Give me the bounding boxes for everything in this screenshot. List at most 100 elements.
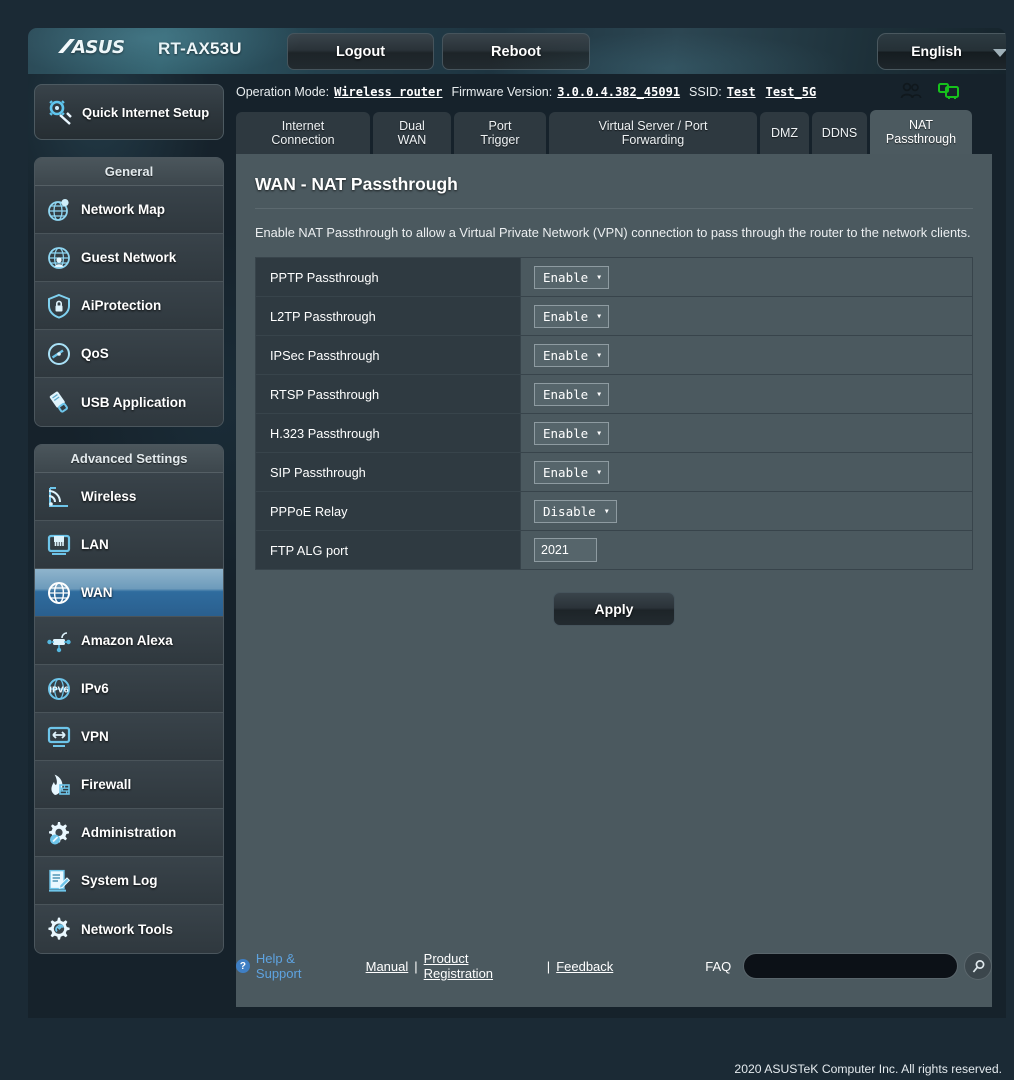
help-support-label[interactable]: Help & Support [256, 951, 344, 981]
sidebar-item-firewall[interactable]: Firewall [35, 761, 223, 809]
sidebar-quick-setup-label: Quick Internet Setup [82, 104, 210, 120]
operation-mode-value[interactable]: Wireless router [334, 85, 442, 99]
wifi-icon [48, 486, 68, 507]
quick-setup-icon [49, 100, 72, 125]
sidebar-item-aiprotection[interactable]: AiProtection [35, 282, 223, 330]
sidebar-group-general: General Network Map Guest Network AiProt… [34, 157, 224, 427]
l2tp-passthrough-select[interactable]: Enable ▾ [534, 304, 610, 328]
chevron-down-icon [993, 49, 1006, 57]
pppoe-relay-select[interactable]: Disable ▾ [534, 499, 617, 523]
ssid-value-5g[interactable]: Test_5G [766, 85, 817, 99]
chevron-down-icon: ▾ [596, 349, 603, 361]
chevron-down-icon: ▾ [596, 427, 603, 439]
sidebar-item-lan[interactable]: LAN [35, 521, 223, 569]
network-map-icon [48, 198, 69, 221]
setting-value-cell: Disable ▾ [520, 491, 973, 531]
tab-dual-wan[interactable]: Dual WAN [373, 112, 451, 154]
gauge-icon [48, 342, 70, 365]
footer-separator: | [414, 958, 418, 974]
setting-value-cell [520, 530, 973, 570]
svg-text:ASUS: ASUS [70, 37, 124, 58]
sidebar-item-label: VPN [81, 729, 109, 744]
footer-link-product-registration[interactable]: Product Registration [424, 951, 541, 981]
setting-label: SIP Passthrough [255, 452, 521, 492]
firmware-value[interactable]: 3.0.0.4.382_45091 [557, 85, 680, 99]
language-selector[interactable]: English [877, 33, 1006, 70]
ssid-label: SSID: [689, 85, 722, 99]
tab-label: NAT Passthrough [885, 118, 957, 146]
sidebar-item-label: Wireless [81, 489, 137, 504]
faq-search-button[interactable] [964, 952, 992, 980]
firewall-flame-icon [51, 774, 70, 795]
sidebar-item-usb-application[interactable]: USB Application [35, 378, 223, 426]
sidebar-item-label: Administration [81, 825, 177, 840]
setting-label: PPPoE Relay [255, 491, 521, 531]
table-row: L2TP Passthrough Enable ▾ [255, 296, 973, 336]
setting-value-cell: Enable ▾ [520, 296, 973, 336]
copyright-text: 2020 ASUSTeK Computer Inc. All rights re… [734, 1062, 1002, 1076]
page-description: Enable NAT Passthrough to allow a Virtua… [255, 225, 971, 240]
tab-virtual-server-port-forwarding[interactable]: Virtual Server / Port Forwarding [549, 112, 757, 154]
main-content: Internet Connection Dual WAN Port Trigger V… [236, 110, 992, 1018]
tab-internet-connection[interactable]: Internet Connection [236, 112, 370, 154]
ftp-alg-port-input[interactable] [534, 538, 597, 562]
faq-search-input[interactable] [743, 953, 959, 979]
language-label: English [911, 43, 962, 59]
footer-link-manual[interactable]: Manual [366, 959, 409, 974]
ipsec-passthrough-select[interactable]: Enable ▾ [534, 343, 610, 367]
sidebar-item-vpn[interactable]: VPN [35, 713, 223, 761]
tab-ddns[interactable]: DDNS [812, 112, 867, 154]
sidebar-item-ipv6[interactable]: IPV6 IPv6 [35, 665, 223, 713]
select-value: Enable [543, 386, 589, 402]
apply-button[interactable]: Apply [553, 592, 675, 626]
chevron-down-icon: ▾ [596, 466, 603, 478]
table-row: IPSec Passthrough Enable ▾ [255, 335, 973, 375]
tab-nat-passthrough[interactable]: NAT Passthrough [870, 110, 972, 154]
footer-link-feedback[interactable]: Feedback [556, 959, 613, 974]
h323-passthrough-select[interactable]: Enable ▾ [534, 421, 610, 445]
table-row: H.323 Passthrough Enable ▾ [255, 413, 973, 453]
router-admin-window: ASUS RT-AX53U Logout Reboot English Oper… [28, 28, 1006, 1018]
sidebar-item-system-log[interactable]: System Log [35, 857, 223, 905]
setting-label: H.323 Passthrough [255, 413, 521, 453]
tab-dmz[interactable]: DMZ [760, 112, 809, 154]
select-value: Enable [543, 464, 589, 480]
chevron-down-icon: ▾ [596, 388, 603, 400]
sidebar-item-wireless[interactable]: Wireless [35, 473, 223, 521]
sidebar-item-quick-internet-setup[interactable]: Quick Internet Setup [34, 84, 224, 140]
sidebar-item-network-tools[interactable]: Network Tools [35, 905, 223, 953]
operation-mode-label: Operation Mode: [236, 85, 330, 99]
tab-port-trigger[interactable]: Port Trigger [454, 112, 546, 154]
tab-label: Dual WAN [397, 119, 427, 147]
setting-value-cell: Enable ▾ [520, 413, 973, 453]
asus-logo: ASUS [56, 36, 140, 64]
ssid-value-2g[interactable]: Test [727, 85, 756, 99]
sidebar-item-network-map[interactable]: Network Map [35, 186, 223, 234]
sidebar-item-wan[interactable]: WAN [35, 569, 223, 617]
setting-label: FTP ALG port [255, 530, 521, 570]
select-value: Enable [543, 347, 589, 363]
sip-passthrough-select[interactable]: Enable ▾ [534, 460, 610, 484]
sidebar-item-guest-network[interactable]: Guest Network [35, 234, 223, 282]
reboot-button[interactable]: Reboot [442, 33, 590, 70]
logout-button[interactable]: Logout [287, 33, 434, 70]
top-banner: ASUS RT-AX53U Logout Reboot English [28, 28, 1006, 74]
select-value: Enable [543, 308, 589, 324]
network-monitor-icon[interactable] [938, 82, 960, 100]
sidebar-item-qos[interactable]: QoS [35, 330, 223, 378]
sidebar-item-label: IPv6 [81, 681, 109, 696]
sidebar-item-administration[interactable]: Administration [35, 809, 223, 857]
sidebar-item-label: WAN [81, 585, 113, 600]
footer-separator: | [546, 958, 551, 974]
rtsp-passthrough-select[interactable]: Enable ▾ [534, 382, 610, 406]
sidebar-item-label: USB Application [81, 394, 187, 410]
select-value: Enable [543, 269, 589, 285]
clients-users-icon[interactable] [900, 82, 922, 100]
table-row: PPTP Passthrough Enable ▾ [255, 257, 973, 297]
nat-passthrough-table: PPTP Passthrough Enable ▾ L2TP Passthrou… [255, 257, 973, 570]
log-pencil-icon [49, 869, 71, 892]
globe-icon [48, 581, 70, 604]
sidebar-item-amazon-alexa[interactable]: Amazon Alexa [35, 617, 223, 665]
page-title: WAN - NAT Passthrough [255, 174, 458, 194]
pptp-passthrough-select[interactable]: Enable ▾ [534, 265, 610, 289]
